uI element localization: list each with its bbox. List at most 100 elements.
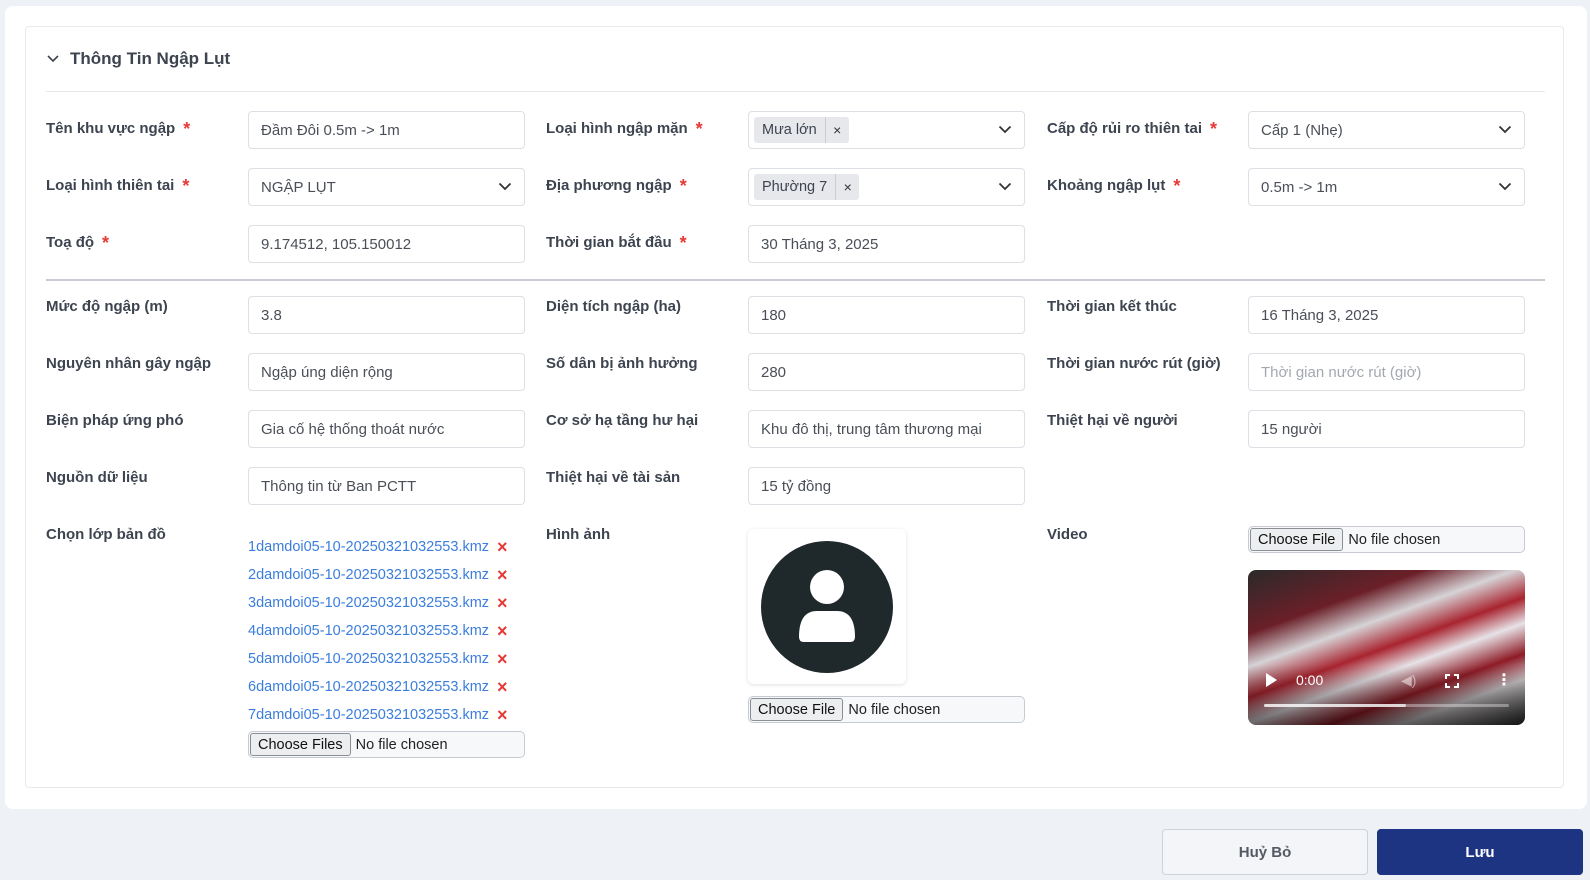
field-label: Chọn lớp bản đồ bbox=[46, 526, 166, 543]
choose-file-button[interactable]: Choose File bbox=[1250, 528, 1344, 551]
flood-depth-input[interactable] bbox=[248, 296, 525, 334]
field-label: Cấp độ rủi ro thiên tai * bbox=[1047, 119, 1218, 139]
field-label: Loại hình thiên tai * bbox=[46, 176, 190, 196]
field-label: Hình ảnh bbox=[546, 526, 611, 543]
list-item: 4damdoi05-10-20250321032553.kmz × bbox=[248, 617, 528, 645]
field-label: Loại hình ngập mặn * bbox=[546, 119, 703, 139]
list-item: 5damdoi05-10-20250321032553.kmz × bbox=[248, 645, 528, 673]
flood-area-input[interactable] bbox=[748, 296, 1025, 334]
recession-time-input[interactable] bbox=[1248, 353, 1525, 391]
list-item: 3damdoi05-10-20250321032553.kmz × bbox=[248, 589, 528, 617]
section-toggle[interactable]: Thông Tin Ngập Lụt bbox=[46, 45, 230, 73]
human-damage-input[interactable] bbox=[1248, 410, 1525, 448]
map-layer-list: 1damdoi05-10-20250321032553.kmz × 2damdo… bbox=[248, 533, 528, 729]
selected-tag: Mưa lớn × bbox=[754, 117, 849, 143]
delete-icon[interactable]: × bbox=[497, 538, 508, 556]
locality-multiselect[interactable]: Phường 7 × bbox=[748, 168, 1025, 206]
more-options-icon[interactable]: ⋮ bbox=[1496, 673, 1512, 689]
required-mark: * bbox=[1210, 119, 1218, 139]
flood-range-select[interactable]: 0.5m -> 1m bbox=[1248, 168, 1525, 206]
video-file-input[interactable]: Choose File No file chosen bbox=[1248, 526, 1525, 553]
field-label: Thiệt hại về người bbox=[1047, 412, 1178, 429]
required-mark: * bbox=[1173, 176, 1181, 196]
cancel-button[interactable]: Huỷ Bỏ bbox=[1162, 829, 1368, 875]
required-mark: * bbox=[183, 119, 191, 139]
field-label: Mức độ ngập (m) bbox=[46, 298, 168, 315]
required-mark: * bbox=[182, 176, 190, 196]
fullscreen-icon[interactable] bbox=[1445, 674, 1459, 688]
required-mark: * bbox=[679, 233, 687, 253]
field-label: Số dân bị ảnh hưởng bbox=[546, 355, 698, 372]
delete-icon[interactable]: × bbox=[497, 678, 508, 696]
remove-tag-icon[interactable]: × bbox=[824, 117, 849, 143]
map-file-link[interactable]: 1damdoi05-10-20250321032553.kmz bbox=[248, 539, 489, 555]
field-label: Toạ độ * bbox=[46, 233, 110, 253]
start-date-input[interactable] bbox=[748, 225, 1025, 263]
select-value: Cấp 1 (Nhẹ) bbox=[1261, 121, 1343, 139]
delete-icon[interactable]: × bbox=[497, 650, 508, 668]
delete-icon[interactable]: × bbox=[497, 622, 508, 640]
list-item: 7damdoi05-10-20250321032553.kmz × bbox=[248, 701, 528, 729]
field-label: Khoảng ngập lụt * bbox=[1047, 176, 1181, 196]
field-label: Cơ sở hạ tầng hư hại bbox=[546, 412, 699, 429]
list-item: 6damdoi05-10-20250321032553.kmz × bbox=[248, 673, 528, 701]
cause-input[interactable] bbox=[248, 353, 525, 391]
field-label: Thời gian nước rút (giờ) bbox=[1047, 355, 1221, 372]
field-label: Nguyên nhân gây ngập bbox=[46, 355, 212, 372]
map-file-link[interactable]: 3damdoi05-10-20250321032553.kmz bbox=[248, 595, 489, 611]
map-file-link[interactable]: 7damdoi05-10-20250321032553.kmz bbox=[248, 707, 489, 723]
end-date-input[interactable] bbox=[1248, 296, 1525, 334]
map-file-link[interactable]: 4damdoi05-10-20250321032553.kmz bbox=[248, 623, 489, 639]
disaster-type-select[interactable]: NGẬP LỤT bbox=[248, 168, 525, 206]
flood-area-name-input[interactable] bbox=[248, 111, 525, 149]
form-card: Thông Tin Ngập Lụt Tên khu vực ngập* Loạ… bbox=[5, 6, 1587, 809]
video-time: 0:00 bbox=[1296, 672, 1324, 688]
required-mark: * bbox=[102, 233, 110, 253]
image-file-input[interactable]: Choose File No file chosen bbox=[748, 696, 1025, 723]
video-progress-bar[interactable] bbox=[1264, 704, 1509, 707]
video-controls: 0:00 ◀) ⋮ bbox=[1248, 665, 1525, 725]
chevron-down-icon bbox=[1498, 125, 1512, 135]
choose-files-button[interactable]: Choose Files bbox=[250, 733, 351, 756]
infrastructure-damage-input[interactable] bbox=[748, 410, 1025, 448]
map-file-link[interactable]: 2damdoi05-10-20250321032553.kmz bbox=[248, 567, 489, 583]
file-status: No file chosen bbox=[848, 701, 941, 718]
coordinates-input[interactable] bbox=[248, 225, 525, 263]
map-file-link[interactable]: 6damdoi05-10-20250321032553.kmz bbox=[248, 679, 489, 695]
field-label: Thời gian kết thúc bbox=[1047, 298, 1177, 315]
list-item: 1damdoi05-10-20250321032553.kmz × bbox=[248, 533, 528, 561]
field-label: Thiệt hại về tài sản bbox=[546, 469, 681, 486]
chevron-down-icon bbox=[46, 52, 60, 66]
save-button[interactable]: Lưu bbox=[1377, 829, 1583, 875]
map-file-input[interactable]: Choose Files No file chosen bbox=[248, 731, 525, 758]
flood-info-section: Thông Tin Ngập Lụt Tên khu vực ngập* Loạ… bbox=[25, 26, 1564, 788]
field-label: Diện tích ngập (ha) bbox=[546, 298, 681, 315]
image-preview bbox=[748, 529, 906, 684]
chevron-down-icon bbox=[998, 182, 1012, 192]
field-label: Địa phương ngập * bbox=[546, 176, 687, 196]
video-player[interactable]: 0:00 ◀) ⋮ bbox=[1248, 570, 1525, 725]
delete-icon[interactable]: × bbox=[497, 706, 508, 724]
saline-type-multiselect[interactable]: Mưa lớn × bbox=[748, 111, 1025, 149]
map-file-link[interactable]: 5damdoi05-10-20250321032553.kmz bbox=[248, 651, 489, 667]
response-measure-input[interactable] bbox=[248, 410, 525, 448]
required-mark: * bbox=[695, 119, 703, 139]
user-avatar-icon bbox=[761, 540, 893, 673]
delete-icon[interactable]: × bbox=[497, 594, 508, 612]
remove-tag-icon[interactable]: × bbox=[835, 174, 859, 200]
required-mark: * bbox=[679, 176, 687, 196]
play-icon[interactable] bbox=[1266, 673, 1277, 687]
delete-icon[interactable]: × bbox=[497, 566, 508, 584]
divider bbox=[46, 279, 1545, 281]
data-source-input[interactable] bbox=[248, 467, 525, 505]
choose-file-button[interactable]: Choose File bbox=[750, 698, 844, 721]
field-label: Thời gian bắt đầu * bbox=[546, 233, 687, 253]
risk-level-select[interactable]: Cấp 1 (Nhẹ) bbox=[1248, 111, 1525, 149]
volume-icon[interactable]: ◀) bbox=[1401, 672, 1416, 689]
chevron-down-icon bbox=[498, 182, 512, 192]
selected-tag: Phường 7 × bbox=[754, 174, 860, 200]
chevron-down-icon bbox=[1498, 182, 1512, 192]
affected-population-input[interactable] bbox=[748, 353, 1025, 391]
property-damage-input[interactable] bbox=[748, 467, 1025, 505]
select-value: 0.5m -> 1m bbox=[1261, 178, 1338, 196]
